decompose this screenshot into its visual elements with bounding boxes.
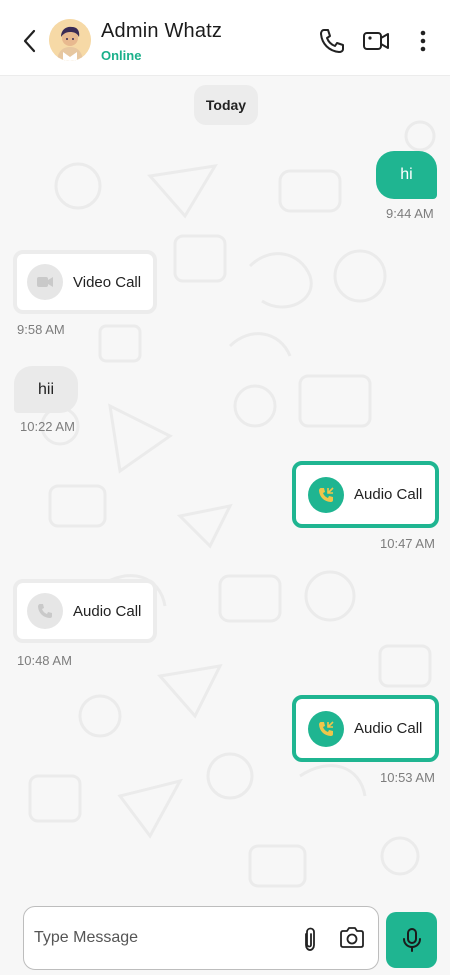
message-text: hii bbox=[37, 380, 54, 398]
message-composer bbox=[23, 906, 379, 970]
back-arrow-icon bbox=[23, 29, 36, 53]
phone-incoming-icon bbox=[319, 720, 334, 736]
audio-call-icon-badge bbox=[27, 593, 63, 629]
message-text: hi bbox=[400, 166, 413, 183]
message-time: 10:47 AM bbox=[380, 536, 435, 551]
call-label: Audio Call bbox=[354, 720, 423, 737]
chat-header: Admin Whatz Online bbox=[0, 0, 450, 76]
outgoing-audio-call-card[interactable]: Audio Call bbox=[292, 695, 439, 762]
avatar[interactable] bbox=[49, 19, 91, 61]
message-time: 9:58 AM bbox=[17, 322, 65, 337]
incoming-audio-call-card[interactable]: Audio Call bbox=[13, 579, 157, 643]
avatar-illustration bbox=[49, 19, 91, 61]
phone-icon bbox=[38, 604, 52, 618]
camera-button[interactable] bbox=[338, 925, 366, 951]
back-button[interactable] bbox=[18, 26, 42, 56]
microphone-icon bbox=[402, 928, 421, 952]
paperclip-icon bbox=[305, 927, 315, 951]
video-call-button[interactable] bbox=[361, 26, 391, 56]
audio-call-icon-badge bbox=[308, 710, 344, 747]
message-list[interactable]: Today hi 9:44 AM Video Call 9:58 AM hii … bbox=[0, 76, 450, 902]
video-call-icon-badge bbox=[27, 264, 63, 300]
outgoing-audio-call-card[interactable]: Audio Call bbox=[292, 461, 439, 528]
more-options-button[interactable] bbox=[410, 26, 436, 56]
date-separator: Today bbox=[194, 85, 258, 125]
message-time: 10:48 AM bbox=[17, 653, 72, 668]
message-time: 10:53 AM bbox=[380, 770, 435, 785]
contact-name[interactable]: Admin Whatz bbox=[101, 20, 222, 43]
outgoing-message-bubble[interactable]: hi bbox=[376, 151, 437, 199]
incoming-message-bubble[interactable]: hii bbox=[14, 366, 78, 413]
voice-call-button[interactable] bbox=[317, 26, 347, 56]
phone-incoming-icon bbox=[319, 486, 334, 502]
call-label: Audio Call bbox=[354, 486, 423, 503]
video-camera-icon bbox=[37, 277, 53, 287]
message-time: 9:44 AM bbox=[386, 206, 434, 221]
voice-record-button[interactable] bbox=[386, 912, 437, 968]
phone-icon bbox=[320, 29, 344, 53]
video-camera-icon bbox=[363, 32, 389, 50]
incoming-video-call-card[interactable]: Video Call bbox=[13, 250, 157, 314]
attach-button[interactable] bbox=[298, 925, 322, 953]
call-label: Video Call bbox=[73, 273, 142, 291]
camera-icon bbox=[340, 927, 364, 948]
message-time: 10:22 AM bbox=[20, 419, 75, 434]
message-input[interactable] bbox=[34, 921, 284, 955]
contact-status: Online bbox=[101, 48, 142, 63]
audio-call-icon-badge bbox=[308, 476, 344, 513]
more-vertical-icon bbox=[420, 30, 426, 52]
call-label: Audio Call bbox=[73, 602, 142, 620]
